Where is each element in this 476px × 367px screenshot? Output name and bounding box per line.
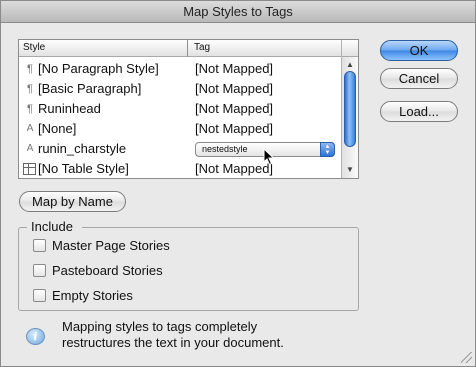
scroll-up-icon[interactable]: ▲ xyxy=(342,58,358,72)
character-style-icon: A xyxy=(26,143,34,154)
scroll-thumb[interactable] xyxy=(344,71,356,147)
table-row[interactable]: A [None] [Not Mapped] xyxy=(19,119,341,139)
column-header-tag[interactable]: Tag xyxy=(194,40,210,56)
mouse-pointer-icon xyxy=(263,148,275,166)
style-name: runin_charstyle xyxy=(38,141,127,156)
load-button[interactable]: Load... xyxy=(380,101,458,122)
paragraph-style-icon: ¶ xyxy=(27,63,33,75)
table-row[interactable]: ¶ Runinhead [Not Mapped] xyxy=(19,99,341,119)
style-name: [No Table Style] xyxy=(38,161,129,176)
table-row[interactable]: ¶ [No Paragraph Style] [Not Mapped] xyxy=(19,59,341,79)
empty-stories-label[interactable]: Empty Stories xyxy=(52,288,133,303)
tag-name[interactable]: [Not Mapped] xyxy=(195,59,273,79)
ok-button[interactable]: OK xyxy=(380,40,458,61)
tag-name[interactable]: [Not Mapped] xyxy=(195,159,273,178)
table-row[interactable]: A runin_charstyle nestedstyle ▲ ▼ xyxy=(19,139,341,159)
column-header-style[interactable]: Style xyxy=(23,40,45,56)
table-row[interactable]: [No Table Style] [Not Mapped] xyxy=(19,159,341,178)
table-row[interactable]: ¶ [Basic Paragraph] [Not Mapped] xyxy=(19,79,341,99)
info-message: Mapping styles to tags completely restru… xyxy=(62,319,362,351)
table-style-icon xyxy=(23,163,36,175)
tag-name[interactable]: [Not Mapped] xyxy=(195,119,273,139)
style-tag-table: Style Tag ¶ [No Paragraph Style] [Not Ma… xyxy=(18,39,359,179)
scroll-down-icon[interactable]: ▼ xyxy=(342,163,358,177)
info-icon: i xyxy=(26,328,45,345)
character-style-icon: A xyxy=(26,123,34,134)
style-name: Runinhead xyxy=(38,101,101,116)
include-label: Include xyxy=(31,219,73,234)
select-arrows-icon: ▲ ▼ xyxy=(320,142,335,157)
pasteboard-stories-label[interactable]: Pasteboard Stories xyxy=(52,263,163,278)
style-name: [No Paragraph Style] xyxy=(38,61,159,76)
info-line-2: restructures the text in your document. xyxy=(62,335,284,350)
master-page-stories-checkbox[interactable] xyxy=(33,239,46,252)
paragraph-style-icon: ¶ xyxy=(27,83,33,95)
map-styles-dialog: Map Styles to Tags Style Tag ¶ [No Parag… xyxy=(0,0,476,367)
info-line-1: Mapping styles to tags completely xyxy=(62,319,258,334)
empty-stories-checkbox[interactable] xyxy=(33,289,46,302)
paragraph-style-icon: ¶ xyxy=(27,103,33,115)
tag-name[interactable]: [Not Mapped] xyxy=(195,79,273,99)
tag-select-value: nestedstyle xyxy=(202,144,248,154)
dialog-title: Map Styles to Tags xyxy=(1,1,475,23)
pasteboard-stories-checkbox[interactable] xyxy=(33,264,46,277)
header-corner xyxy=(341,40,358,57)
cancel-button[interactable]: Cancel xyxy=(380,68,458,89)
map-by-name-button[interactable]: Map by Name xyxy=(19,191,126,212)
vertical-scrollbar[interactable]: ▲ ▼ xyxy=(341,57,358,178)
tag-name[interactable]: [Not Mapped] xyxy=(195,99,273,119)
column-divider[interactable] xyxy=(187,40,188,57)
master-page-stories-label[interactable]: Master Page Stories xyxy=(52,238,170,253)
style-name: [None] xyxy=(38,121,77,136)
resize-grip-icon[interactable] xyxy=(461,352,472,363)
table-header: Style Tag xyxy=(19,40,358,57)
style-name: [Basic Paragraph] xyxy=(38,81,142,96)
